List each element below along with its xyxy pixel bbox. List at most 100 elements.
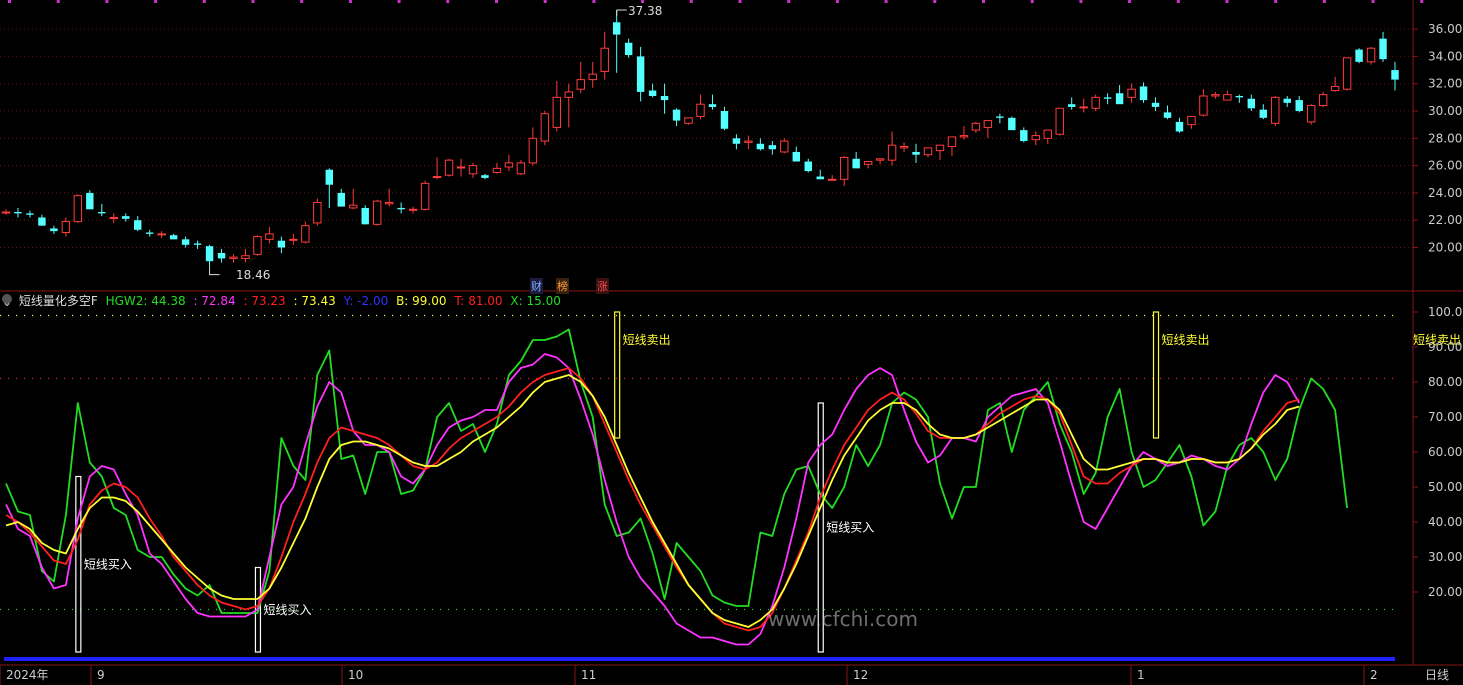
candle-body bbox=[253, 236, 262, 255]
candle-body bbox=[1115, 93, 1124, 105]
candle bbox=[780, 138, 789, 154]
candle-body bbox=[804, 161, 812, 172]
candle-body bbox=[1079, 106, 1088, 109]
candle bbox=[1091, 94, 1100, 112]
indicator-legend: 短线量化多空F HGW2: 44.38 : 72.84 : 73.23 : 73… bbox=[0, 293, 565, 309]
candle-body bbox=[145, 232, 154, 234]
candle-body bbox=[1091, 96, 1100, 109]
candle-body bbox=[397, 207, 405, 210]
candle-body bbox=[481, 175, 489, 178]
watermark: www.cfchi.com bbox=[768, 607, 918, 631]
indicator-axis-label: 80.00 bbox=[1428, 375, 1462, 389]
candle-body bbox=[289, 238, 298, 241]
candle bbox=[361, 205, 369, 225]
candle-body bbox=[720, 111, 729, 129]
candle-body bbox=[468, 165, 478, 175]
ranking-badge[interactable]: 榜 bbox=[556, 278, 569, 294]
candle bbox=[1342, 57, 1352, 91]
candle-body bbox=[444, 159, 454, 176]
price-axis-label: 36.00 bbox=[1428, 22, 1462, 36]
price-axis-label: 28.00 bbox=[1428, 131, 1462, 145]
indicator-axis-label: 40.00 bbox=[1428, 515, 1462, 529]
top-tick-mark bbox=[1030, 0, 1034, 3]
limit-up-badge[interactable]: 涨 bbox=[596, 278, 609, 294]
price-axis-label: 24.00 bbox=[1428, 186, 1462, 200]
candle bbox=[1055, 107, 1064, 136]
top-tick-mark bbox=[982, 0, 985, 3]
candle-body bbox=[887, 144, 897, 161]
candle-body bbox=[1306, 105, 1316, 123]
legend-x: X: 15.00 bbox=[510, 294, 561, 308]
candle-body bbox=[935, 144, 945, 152]
top-tick-mark bbox=[1225, 0, 1229, 3]
candle-body bbox=[863, 161, 873, 165]
indicator-name[interactable]: 短线量化多空F bbox=[19, 294, 98, 308]
candle-body bbox=[169, 235, 178, 240]
background bbox=[0, 0, 1463, 685]
candle-body bbox=[109, 216, 118, 219]
top-tick-mark bbox=[738, 0, 742, 3]
price-axis-label: 30.00 bbox=[1428, 104, 1462, 118]
top-tick-mark bbox=[8, 0, 11, 3]
candle-body bbox=[408, 208, 418, 211]
price-low-label: 18.46 bbox=[236, 268, 270, 282]
candle-body bbox=[86, 192, 94, 210]
top-tick-mark bbox=[300, 0, 304, 3]
candle-body bbox=[492, 167, 502, 173]
candle-body bbox=[1043, 129, 1052, 139]
candle-body bbox=[241, 255, 250, 259]
candle-body bbox=[456, 166, 466, 169]
chart-canvas[interactable]: 短线买入短线买入短线买入短线卖出 短线卖出 短线卖出 20.0022.0024.00… bbox=[0, 0, 1463, 685]
legend-b: B: 99.00 bbox=[396, 294, 447, 308]
candle-body bbox=[157, 233, 166, 236]
top-tick-mark bbox=[348, 0, 352, 3]
candle-body bbox=[205, 246, 214, 262]
price-axis-label: 22.00 bbox=[1428, 213, 1462, 227]
candle-body bbox=[983, 120, 993, 128]
indicator-axis-label: 30.00 bbox=[1428, 550, 1462, 564]
candle-body bbox=[1235, 96, 1244, 98]
top-tick-mark bbox=[1176, 0, 1180, 3]
finance-badge[interactable]: 财 bbox=[530, 278, 543, 294]
candle-body bbox=[1163, 112, 1172, 118]
candle-body bbox=[684, 117, 693, 124]
candle-body bbox=[361, 207, 369, 225]
candle bbox=[444, 158, 454, 177]
collapse-icon[interactable] bbox=[2, 294, 12, 304]
candle-body bbox=[1355, 49, 1363, 62]
candle-body bbox=[996, 116, 1004, 118]
legend-t: T: 81.00 bbox=[454, 294, 503, 308]
candle bbox=[516, 160, 526, 176]
sell-signal-label: 短线卖出 bbox=[1162, 333, 1210, 347]
candle-body bbox=[744, 140, 753, 143]
candle-body bbox=[576, 79, 585, 90]
candle bbox=[73, 194, 83, 223]
candle-body bbox=[624, 42, 633, 56]
candle-body bbox=[313, 201, 322, 224]
candle-body bbox=[349, 204, 358, 209]
legend-hgw2: HGW2: 44.38 bbox=[105, 294, 186, 308]
price-axis-label: 32.00 bbox=[1428, 77, 1462, 91]
buy-signal-label: 短线买入 bbox=[826, 521, 874, 535]
time-axis-label: 12 bbox=[853, 668, 868, 682]
candle-body bbox=[98, 212, 106, 214]
candle-body bbox=[756, 143, 765, 150]
candle-body bbox=[1055, 107, 1064, 135]
price-high-label: 37.38 bbox=[628, 4, 662, 18]
top-tick-mark bbox=[1274, 0, 1278, 3]
candle-body bbox=[265, 233, 274, 240]
buy-signal-label: 短线买入 bbox=[84, 557, 132, 571]
time-axis-label: 10 bbox=[348, 668, 363, 682]
candle-body bbox=[648, 90, 657, 96]
top-tick-mark bbox=[154, 0, 158, 3]
candle-body bbox=[899, 146, 909, 149]
candle-body bbox=[181, 239, 190, 245]
candle-body bbox=[217, 252, 226, 259]
candle-body bbox=[1271, 96, 1280, 124]
candle bbox=[420, 180, 430, 211]
top-tick-mark bbox=[105, 0, 109, 3]
time-axis-label: 11 bbox=[581, 668, 596, 682]
candle-body bbox=[708, 104, 717, 107]
candle bbox=[684, 117, 693, 125]
candle-body bbox=[552, 96, 562, 128]
